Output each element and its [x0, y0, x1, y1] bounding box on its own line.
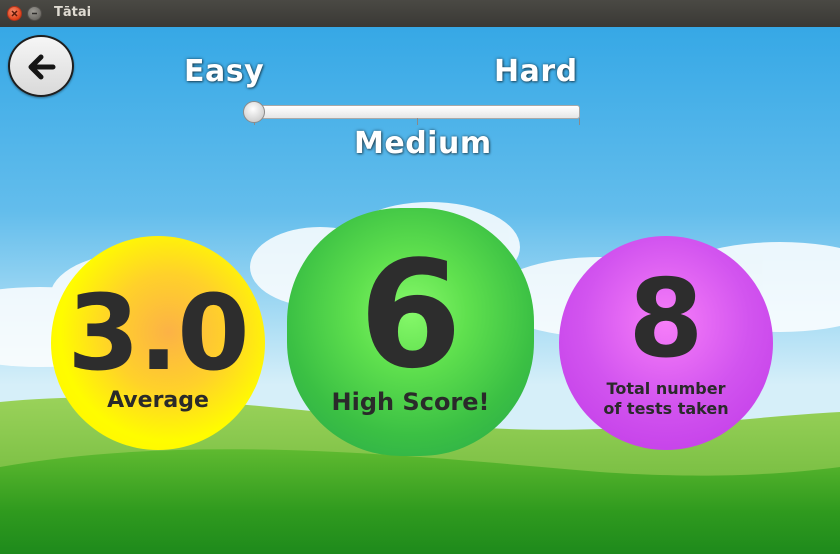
close-icon: [11, 10, 18, 17]
tests-taken-label-line1: Total number: [606, 379, 726, 398]
slider-tick-hard: [579, 118, 580, 125]
window-title: Tātai: [54, 5, 92, 20]
slider-tick-medium: [417, 118, 418, 125]
tests-taken-label: Total number of tests taken: [559, 379, 773, 419]
high-score-label: High Score!: [331, 388, 490, 416]
difficulty-label-easy: Easy: [184, 54, 265, 89]
difficulty-label-hard: Hard: [494, 54, 578, 89]
title-bar: Tātai: [0, 0, 840, 28]
difficulty-slider[interactable]: [243, 101, 580, 125]
average-value: 3.0: [67, 272, 249, 394]
average-badge: 3.0 Average: [51, 236, 265, 450]
difficulty-label-medium: Medium: [354, 126, 492, 161]
average-label: Average: [107, 388, 209, 413]
tests-taken-value: 8: [628, 257, 704, 382]
tests-taken-badge: 8 Total number of tests taken: [559, 236, 773, 450]
back-button[interactable]: [8, 35, 74, 97]
slider-track[interactable]: [254, 105, 580, 119]
minimize-button[interactable]: [27, 6, 42, 21]
back-arrow-icon: [28, 54, 56, 80]
tests-taken-label-line2: of tests taken: [603, 399, 729, 418]
minimize-icon: [32, 12, 37, 15]
high-score-value: 6: [359, 229, 462, 401]
close-button[interactable]: [7, 6, 22, 21]
high-score-badge: 6 High Score!: [287, 208, 534, 456]
game-background: Easy Hard Medium 3.0 Average 6 High Scor…: [0, 27, 840, 554]
slider-thumb[interactable]: [243, 101, 265, 123]
app-window: Tātai Easy Hard Medium 3.0 Average 6 Hig…: [0, 0, 840, 554]
